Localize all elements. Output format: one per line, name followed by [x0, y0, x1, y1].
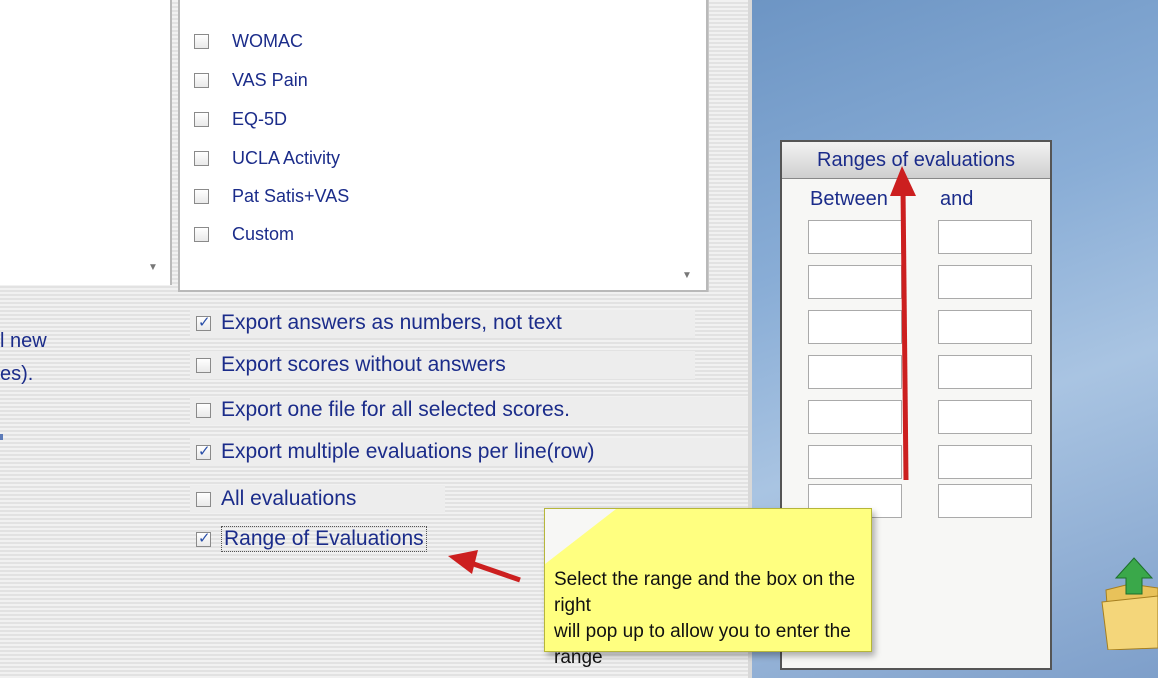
checkbox[interactable]: [196, 403, 211, 418]
option-label: Range of Evaluations: [221, 526, 427, 552]
option-label: All evaluations: [221, 487, 357, 510]
range-start-input[interactable]: [808, 445, 902, 479]
option-label: Export scores without answers: [221, 353, 506, 376]
folder-icon[interactable]: [1100, 550, 1158, 650]
ranges-panel-title: Ranges of evaluations: [782, 142, 1050, 179]
range-end-input[interactable]: [938, 484, 1032, 518]
description-text-line: es).: [0, 363, 34, 385]
checkbox[interactable]: [194, 189, 209, 204]
checkbox[interactable]: [194, 227, 209, 242]
description-text-line: l new: [0, 330, 47, 352]
range-start-input[interactable]: [808, 310, 902, 344]
score-item-label: VAS Pain: [232, 70, 308, 90]
scroll-down-arrow-icon[interactable]: ▼: [682, 270, 692, 281]
callout-text-line: Select the range and the box on the righ…: [554, 569, 856, 616]
range-start-input[interactable]: [808, 355, 902, 389]
option-label: Export answers as numbers, not text: [221, 311, 562, 334]
range-end-input[interactable]: [938, 220, 1032, 254]
checkbox[interactable]: [196, 492, 211, 507]
range-end-input[interactable]: [938, 445, 1032, 479]
range-start-input[interactable]: [808, 400, 902, 434]
checkbox-checked[interactable]: [196, 529, 211, 547]
checkbox[interactable]: [194, 151, 209, 166]
checkbox[interactable]: [194, 34, 209, 49]
scroll-down-arrow-icon[interactable]: ▼: [148, 262, 158, 273]
option-label: Export multiple evaluations per line(row…: [221, 440, 595, 463]
score-list-box[interactable]: WOMAC VAS Pain EQ-5D UCLA Activity Pat S…: [178, 0, 708, 292]
score-item-label: UCLA Activity: [232, 148, 341, 168]
score-item-label: Pat Satis+VAS: [232, 186, 350, 206]
range-end-input[interactable]: [938, 400, 1032, 434]
callout-text-line: will pop up to allow you to enter the ra…: [554, 621, 851, 668]
checkbox[interactable]: [194, 112, 209, 127]
callout-fold-corner: [544, 508, 664, 564]
and-column-label: and: [940, 188, 974, 210]
checkbox[interactable]: [194, 73, 209, 88]
range-start-input[interactable]: [808, 220, 902, 254]
score-item-label: EQ-5D: [232, 109, 288, 129]
checkbox[interactable]: [196, 358, 211, 373]
checkbox-checked[interactable]: [196, 442, 211, 460]
range-end-input[interactable]: [938, 265, 1032, 299]
range-start-input[interactable]: [808, 265, 902, 299]
text-fragment: [0, 434, 3, 440]
score-item-label: WOMAC: [232, 31, 303, 51]
checkbox-checked[interactable]: [196, 313, 211, 331]
range-end-input[interactable]: [938, 355, 1032, 389]
left-list-panel[interactable]: ▼: [0, 0, 172, 285]
score-item-label: Custom: [232, 224, 295, 244]
range-end-input[interactable]: [938, 310, 1032, 344]
scrollbar-track[interactable]: [708, 0, 749, 292]
option-label: Export one file for all selected scores.: [221, 398, 571, 421]
between-column-label: Between: [810, 188, 888, 210]
